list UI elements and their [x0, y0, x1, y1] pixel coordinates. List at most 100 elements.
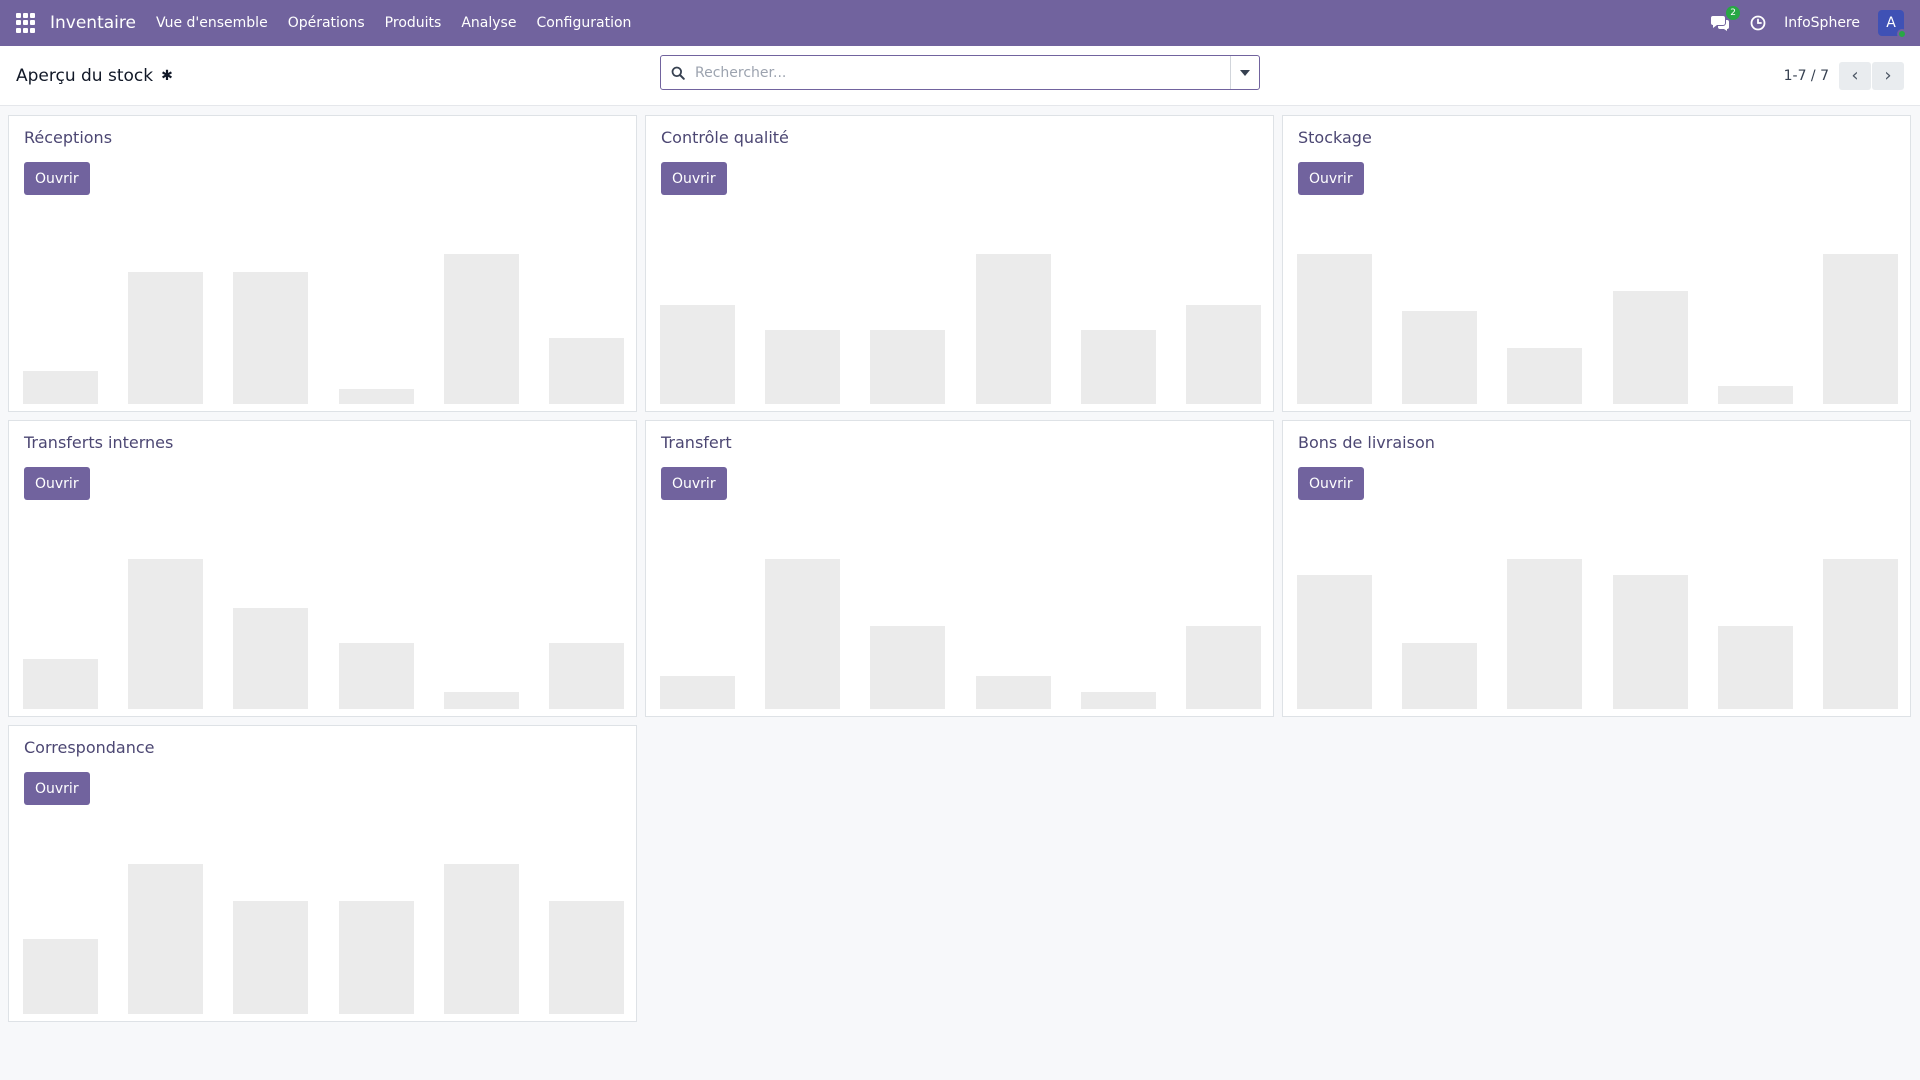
kanban-card[interactable]: Correspondance Ouvrir — [8, 725, 637, 1022]
chart-bar — [23, 939, 98, 1014]
chart-bar — [1297, 254, 1372, 404]
chart-bar — [976, 676, 1051, 709]
chart-bar — [339, 389, 414, 404]
breadcrumb: Aperçu du stock ✱ — [16, 66, 173, 86]
card-title[interactable]: Stockage — [1298, 128, 1895, 147]
chart-bar — [1186, 305, 1261, 404]
chart-bar — [1507, 559, 1582, 709]
card-title[interactable]: Réceptions — [24, 128, 621, 147]
card-title[interactable]: Transfert — [661, 433, 1258, 452]
chart-bar — [23, 371, 98, 404]
chart-bar — [1823, 559, 1898, 709]
card-title[interactable]: Correspondance — [24, 738, 621, 757]
chart-bar — [976, 254, 1051, 404]
chart-bar — [549, 901, 624, 1014]
clock-icon — [1750, 15, 1766, 31]
chart-bar — [1081, 692, 1156, 709]
chart-bar — [339, 643, 414, 709]
avatar-letter: A — [1886, 15, 1896, 31]
kanban-card[interactable]: Stockage Ouvrir — [1282, 115, 1911, 412]
chart-bar — [128, 272, 203, 404]
gear-icon[interactable]: ✱ — [161, 68, 173, 84]
kanban-card[interactable]: Transferts internes Ouvrir — [8, 420, 637, 717]
placeholder-bar-chart — [1297, 254, 1898, 404]
open-button[interactable]: Ouvrir — [24, 772, 90, 805]
card-title[interactable]: Contrôle qualité — [661, 128, 1258, 147]
online-status-dot — [1897, 29, 1907, 39]
chart-bar — [233, 608, 308, 709]
chart-bar — [870, 330, 945, 404]
menu-item-configuration[interactable]: Configuration — [536, 15, 631, 31]
page-title: Aperçu du stock — [16, 65, 154, 86]
apps-menu-icon[interactable] — [16, 13, 36, 33]
message-count-badge: 2 — [1726, 6, 1741, 20]
pager: 1-7 / 7 ‹ › — [1784, 61, 1904, 90]
card-title[interactable]: Bons de livraison — [1298, 433, 1895, 452]
kanban-card[interactable]: Transfert Ouvrir — [645, 420, 1274, 717]
chart-bar — [660, 305, 735, 404]
pager-previous-button[interactable]: ‹ — [1839, 61, 1871, 90]
chevron-left-icon: ‹ — [1851, 65, 1859, 86]
chart-bar — [23, 659, 98, 709]
main-menu: Vue d'ensemble Opérations Produits Analy… — [156, 15, 631, 31]
app-brand[interactable]: Inventaire — [50, 13, 136, 33]
open-button[interactable]: Ouvrir — [1298, 162, 1364, 195]
placeholder-bar-chart — [660, 254, 1261, 404]
chart-bar — [1718, 386, 1793, 404]
chart-bar — [549, 338, 624, 404]
chart-bar — [444, 254, 519, 404]
chart-bar — [660, 676, 735, 709]
chart-bar — [1186, 626, 1261, 709]
open-button[interactable]: Ouvrir — [24, 467, 90, 500]
search-input[interactable] — [695, 64, 1230, 81]
chart-bar — [1613, 575, 1688, 709]
kanban-card[interactable]: Bons de livraison Ouvrir — [1282, 420, 1911, 717]
chart-bar — [1613, 291, 1688, 404]
placeholder-bar-chart — [23, 864, 624, 1014]
placeholder-bar-chart — [23, 254, 624, 404]
menu-item-products[interactable]: Produits — [385, 15, 442, 31]
chart-bar — [1402, 643, 1477, 709]
open-button[interactable]: Ouvrir — [24, 162, 90, 195]
menu-item-operations[interactable]: Opérations — [288, 15, 365, 31]
search-bar — [660, 55, 1260, 90]
control-panel: Aperçu du stock ✱ 1-7 / 7 ‹ › — [0, 46, 1920, 106]
chart-bar — [444, 692, 519, 709]
chart-bar — [339, 901, 414, 1014]
messaging-button[interactable]: 2 — [1710, 6, 1741, 32]
open-button[interactable]: Ouvrir — [661, 467, 727, 500]
chart-bar — [444, 864, 519, 1014]
chart-bar — [1402, 311, 1477, 404]
pager-value[interactable]: 1-7 / 7 — [1784, 68, 1829, 84]
menu-item-overview[interactable]: Vue d'ensemble — [156, 15, 268, 31]
chart-bar — [765, 559, 840, 709]
placeholder-bar-chart — [23, 559, 624, 709]
open-button[interactable]: Ouvrir — [1298, 467, 1364, 500]
chart-bar — [1507, 348, 1582, 404]
activity-button[interactable] — [1750, 15, 1766, 31]
placeholder-bar-chart — [660, 559, 1261, 709]
user-avatar[interactable]: A — [1878, 10, 1907, 39]
kanban-card[interactable]: Contrôle qualité Ouvrir — [645, 115, 1274, 412]
company-switcher[interactable]: InfoSphere — [1784, 15, 1860, 31]
chart-bar — [1297, 575, 1372, 709]
chart-bar — [765, 330, 840, 404]
chart-bar — [128, 864, 203, 1014]
search-options-toggle[interactable] — [1230, 56, 1259, 89]
chart-bar — [233, 272, 308, 404]
chart-bar — [1081, 330, 1156, 404]
open-button[interactable]: Ouvrir — [661, 162, 727, 195]
menu-item-analysis[interactable]: Analyse — [461, 15, 516, 31]
search-icon — [661, 66, 695, 80]
placeholder-bar-chart — [1297, 559, 1898, 709]
caret-down-icon — [1240, 69, 1250, 76]
kanban-card[interactable]: Réceptions Ouvrir — [8, 115, 637, 412]
chart-bar — [870, 626, 945, 709]
chart-bar — [128, 559, 203, 709]
card-title[interactable]: Transferts internes — [24, 433, 621, 452]
chart-bar — [1823, 254, 1898, 404]
kanban-view: Réceptions Ouvrir Contrôle qualité Ouvri… — [0, 106, 1920, 1031]
chart-bar — [549, 643, 624, 709]
pager-next-button[interactable]: › — [1872, 61, 1904, 90]
chart-bar — [1718, 626, 1793, 709]
